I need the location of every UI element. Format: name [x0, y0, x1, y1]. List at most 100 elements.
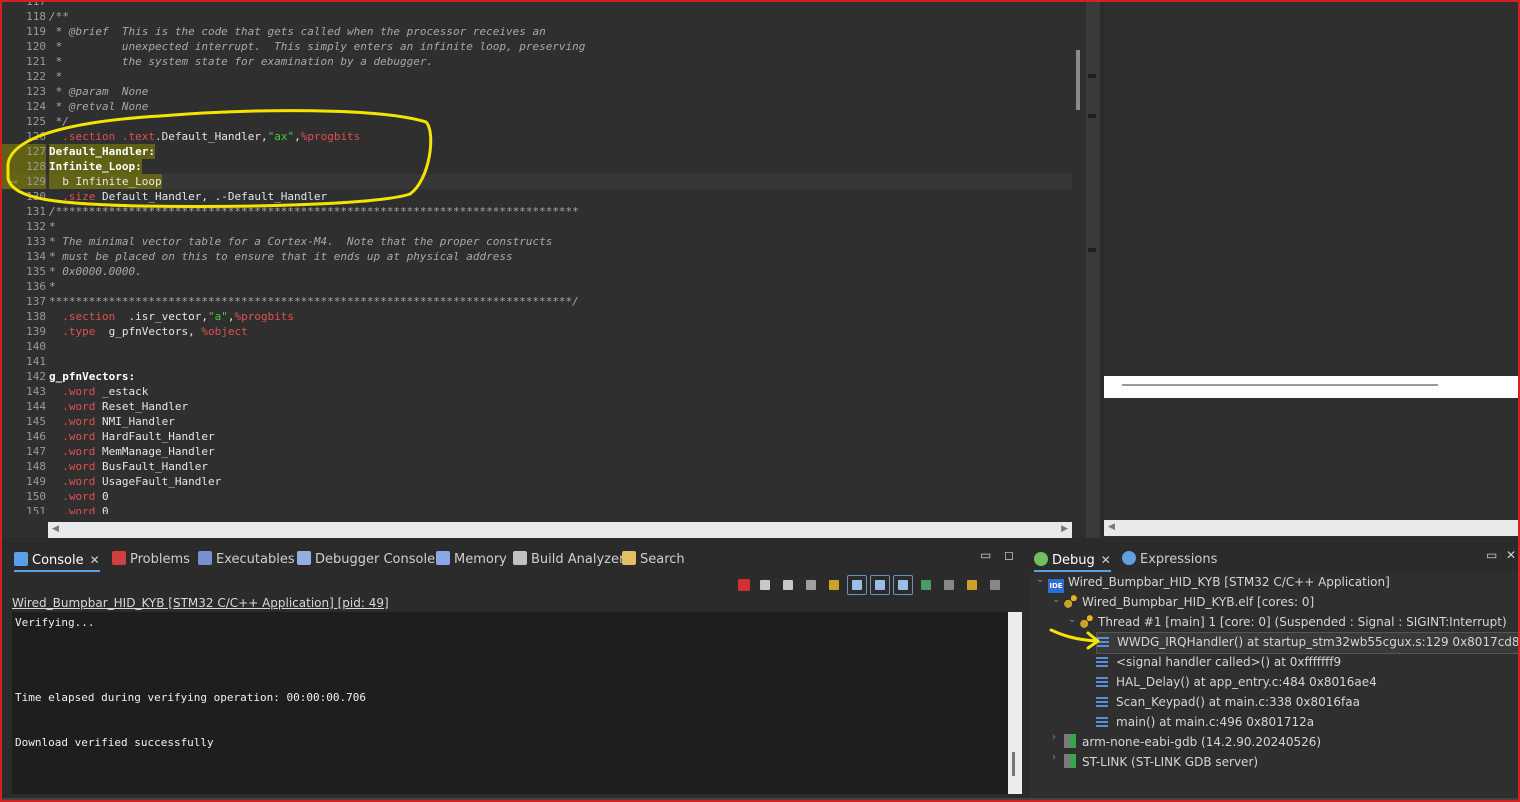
- code-line[interactable]: 120 * unexpected interrupt. This simply …: [2, 39, 1072, 54]
- outline-horizontal-scrollbar[interactable]: ◀: [1104, 520, 1518, 536]
- minimize-icon[interactable]: ▭: [980, 548, 991, 562]
- overview-mark[interactable]: [1088, 248, 1096, 252]
- debug-tree-item[interactable]: Wired_Bumpbar_HID_KYB.elf [cores: 0]: [1064, 592, 1314, 612]
- code-line[interactable]: 139 .type g_pfnVectors, %object: [2, 324, 1072, 339]
- debug-tree-item[interactable]: ST-LINK (ST-LINK GDB server): [1064, 752, 1258, 772]
- tab-problems[interactable]: Problems: [112, 550, 190, 570]
- tab-expressions[interactable]: Expressions: [1122, 550, 1217, 570]
- debug-tree-item[interactable]: arm-none-eabi-gdb (14.2.90.20240526): [1064, 732, 1321, 752]
- tab-debugger-console[interactable]: Debugger Console: [297, 550, 435, 570]
- remove-all-icon[interactable]: [778, 575, 798, 595]
- code-line[interactable]: 144 .word Reset_Handler: [2, 399, 1072, 414]
- remove-launch-icon[interactable]: [755, 575, 775, 595]
- code-line[interactable]: 136 *: [2, 279, 1072, 294]
- code-line[interactable]: 149 .word UsageFault_Handler: [2, 474, 1072, 489]
- debug-tree-item[interactable]: Scan_Keypad() at main.c:338 0x8016faa: [1096, 692, 1360, 712]
- expand-chevron-icon[interactable]: ⌄: [1052, 594, 1060, 605]
- debug-tree-item[interactable]: WWDG_IRQHandler() at startup_stm32wb55cg…: [1096, 632, 1520, 654]
- toolbar-glyph: [875, 580, 885, 590]
- tab-memory[interactable]: Memory: [436, 550, 507, 570]
- code-line[interactable]: 131/************************************…: [2, 204, 1072, 219]
- code-line[interactable]: 118/**: [2, 9, 1072, 24]
- code-line[interactable]: 143 .word _estack: [2, 384, 1072, 399]
- console-output[interactable]: Verifying... Time elapsed during verifyin…: [12, 612, 1008, 794]
- code-line[interactable]: 135 * 0x0000.0000.: [2, 264, 1072, 279]
- maximize-icon[interactable]: ✕: [1506, 548, 1516, 562]
- console-vertical-scrollbar[interactable]: [1008, 612, 1022, 794]
- code-line[interactable]: 122 *: [2, 69, 1072, 84]
- code-line[interactable]: 138 .section .isr_vector,"a",%progbits: [2, 309, 1072, 324]
- code-line[interactable]: 132 *: [2, 219, 1072, 234]
- code-line[interactable]: 127 Default_Handler:: [2, 144, 1072, 159]
- code-line[interactable]: 128 Infinite_Loop:: [2, 159, 1072, 174]
- close-tab-icon[interactable]: ✕: [90, 553, 100, 567]
- collapsed-chevron-icon[interactable]: ›: [1052, 752, 1056, 763]
- tab-debug[interactable]: Debug ✕: [1034, 550, 1111, 572]
- code-line[interactable]: 117: [2, 2, 1072, 9]
- code-line[interactable]: 129 ⇨ b Infinite_Loop: [2, 174, 1072, 189]
- code-line[interactable]: 151 .word 0: [2, 504, 1072, 514]
- tab-console[interactable]: Console ✕: [14, 550, 100, 572]
- clear-console-icon[interactable]: [801, 575, 821, 595]
- debug-tree-item[interactable]: HAL_Delay() at app_entry.c:484 0x8016ae4: [1096, 672, 1377, 692]
- new-console-icon[interactable]: [962, 575, 982, 595]
- code-line[interactable]: 145 .word NMI_Handler: [2, 414, 1072, 429]
- code-line[interactable]: 133 * The minimal vector table for a Cort…: [2, 234, 1072, 249]
- code-line[interactable]: 123 * @param None: [2, 84, 1072, 99]
- expand-chevron-icon[interactable]: ⌄: [1036, 574, 1044, 585]
- code-line[interactable]: 121 * the system state for examination b…: [2, 54, 1072, 69]
- word-wrap-icon[interactable]: [847, 575, 867, 595]
- expand-chevron-icon[interactable]: ⌄: [1068, 614, 1076, 625]
- debug-tree-item[interactable]: main() at main.c:496 0x801712a: [1096, 712, 1314, 732]
- tab-build-analyzer[interactable]: Build Analyzer: [513, 550, 624, 570]
- code-line[interactable]: 130 .size Default_Handler, .-Default_Han…: [2, 189, 1072, 204]
- code-line[interactable]: 141: [2, 354, 1072, 369]
- editor-scroll-thumb[interactable]: [1076, 50, 1080, 110]
- code-token: .Default_Handler,: [154, 130, 268, 143]
- code-line[interactable]: 142 g_pfnVectors:: [2, 369, 1072, 384]
- close-tab-icon[interactable]: ✕: [1101, 553, 1111, 567]
- debug-tree-item[interactable]: Thread #1 [main] 1 [core: 0] (Suspended …: [1080, 612, 1507, 632]
- display-console-icon[interactable]: [916, 575, 936, 595]
- show-on-output-icon[interactable]: [893, 575, 913, 595]
- code-line[interactable]: 137 *************************************…: [2, 294, 1072, 309]
- tab-executables[interactable]: Executables: [198, 550, 295, 570]
- terminate-icon[interactable]: [738, 579, 750, 591]
- code-line[interactable]: 134 * must be placed on this to ensure th…: [2, 249, 1072, 264]
- code-line[interactable]: 148 .word BusFault_Handler: [2, 459, 1072, 474]
- code-line[interactable]: 150 .word 0: [2, 489, 1072, 504]
- maximize-icon[interactable]: ◻: [1004, 548, 1014, 562]
- code-line[interactable]: 119 * @brief This is the code that gets …: [2, 24, 1072, 39]
- display-dropdown-icon[interactable]: [939, 575, 959, 595]
- code-line[interactable]: 126 .section .text.Default_Handler,"ax",…: [2, 129, 1072, 144]
- assembly-editor[interactable]: 117118/**119 * @brief This is the code t…: [2, 2, 1086, 538]
- code-line[interactable]: 124 * @retval None: [2, 99, 1072, 114]
- code-area[interactable]: 117118/**119 * @brief This is the code t…: [2, 2, 1072, 514]
- code-line[interactable]: 146 .word HardFault_Handler: [2, 429, 1072, 444]
- console-tabbar: Console ✕ Problems Executables Debugger Cons…: [10, 546, 1024, 572]
- tree-item-label: Scan_Keypad() at main.c:338 0x8016faa: [1116, 695, 1360, 709]
- console-scroll-thumb[interactable]: [1012, 752, 1015, 776]
- tab-search[interactable]: Search: [622, 550, 685, 570]
- collapsed-chevron-icon[interactable]: ›: [1052, 732, 1056, 743]
- new-console-dropdown-icon[interactable]: [985, 575, 1005, 595]
- scroll-lock-icon[interactable]: [824, 575, 844, 595]
- code-line[interactable]: 140: [2, 339, 1072, 354]
- scroll-right-icon[interactable]: ▶: [1061, 524, 1068, 534]
- tree-item-label: ST-LINK (ST-LINK GDB server): [1082, 755, 1259, 769]
- scroll-left-icon[interactable]: ◀: [52, 524, 59, 534]
- overview-mark[interactable]: [1088, 114, 1096, 118]
- code-text: .word _estack: [49, 384, 148, 399]
- debug-tree-item[interactable]: <signal handler called>() at 0xfffffff9: [1096, 652, 1341, 672]
- editor-horizontal-scrollbar[interactable]: ◀ ▶: [48, 522, 1072, 538]
- line-number: 148: [26, 460, 46, 473]
- pin-console-icon[interactable]: [870, 575, 890, 595]
- scroll-left-icon[interactable]: ◀: [1108, 522, 1115, 532]
- debug-tree-item[interactable]: IDE Wired_Bumpbar_HID_KYB [STM32 C/C++ Ap…: [1048, 572, 1390, 593]
- code-line[interactable]: 125 */: [2, 114, 1072, 129]
- minimize-icon[interactable]: ▭: [1486, 548, 1497, 562]
- code-line[interactable]: 147 .word MemManage_Handler: [2, 444, 1072, 459]
- overview-mark[interactable]: [1088, 74, 1096, 78]
- code-token: %progbits: [234, 310, 295, 323]
